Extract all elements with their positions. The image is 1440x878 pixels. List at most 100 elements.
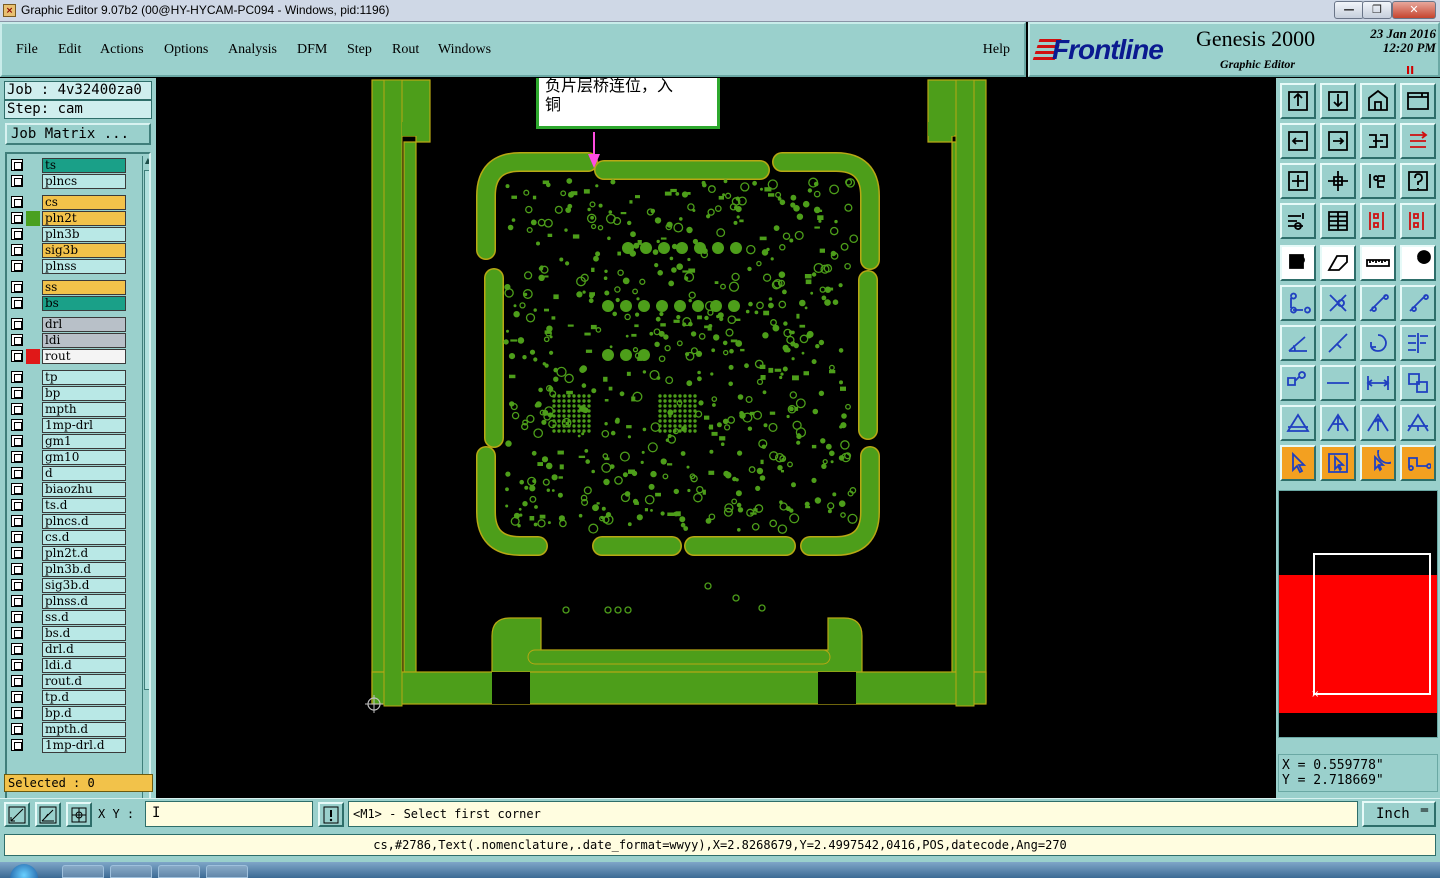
layer-checkbox[interactable]	[11, 675, 23, 687]
layer-checkbox[interactable]	[11, 595, 23, 607]
tool-button[interactable]	[1400, 285, 1436, 321]
menu-windows[interactable]: Windows	[438, 42, 491, 58]
layer-checkbox[interactable]	[11, 196, 23, 208]
tool-button[interactable]	[1280, 445, 1316, 481]
layer-name[interactable]: mpth.d	[42, 722, 126, 737]
tool-button[interactable]	[1280, 365, 1316, 401]
layer-row[interactable]: ts	[9, 158, 129, 173]
layer-row[interactable]: tp	[9, 370, 129, 385]
menu-file[interactable]: File	[16, 42, 38, 58]
tool-button[interactable]	[1320, 163, 1356, 199]
layer-checkbox[interactable]	[11, 659, 23, 671]
layer-row[interactable]: plncs	[9, 174, 129, 189]
layer-name[interactable]: bp	[42, 386, 126, 401]
layer-name[interactable]: plncs.d	[42, 514, 126, 529]
layer-name[interactable]: gm1	[42, 434, 126, 449]
scroll-thumb[interactable]	[144, 170, 149, 690]
tool-button[interactable]	[1280, 245, 1316, 281]
layer-name[interactable]: bs.d	[42, 626, 126, 641]
layer-row[interactable]: bp	[9, 386, 129, 401]
taskbar-item[interactable]	[62, 865, 104, 878]
layer-checkbox[interactable]	[11, 547, 23, 559]
layer-name[interactable]: plnss.d	[42, 594, 126, 609]
layer-checkbox[interactable]	[11, 350, 23, 362]
menu-analysis[interactable]: Analysis	[228, 42, 277, 58]
layer-row[interactable]: tp.d	[9, 690, 129, 705]
layer-row[interactable]: mpth	[9, 402, 129, 417]
layer-row[interactable]: pln3b	[9, 227, 129, 242]
snap-button[interactable]	[4, 802, 30, 827]
tool-button[interactable]	[1320, 365, 1356, 401]
layer-checkbox[interactable]	[11, 483, 23, 495]
layer-checkbox[interactable]	[11, 387, 23, 399]
tool-button[interactable]	[1320, 83, 1356, 119]
tool-button[interactable]	[1400, 163, 1436, 199]
snap-angle-button[interactable]	[35, 802, 61, 827]
layer-name[interactable]: ldi	[42, 333, 126, 348]
layer-name[interactable]: drl.d	[42, 642, 126, 657]
layer-checkbox[interactable]	[11, 563, 23, 575]
layer-checkbox[interactable]	[11, 451, 23, 463]
tool-button[interactable]	[1320, 325, 1356, 361]
layer-name[interactable]: pln2t.d	[42, 546, 126, 561]
layer-row[interactable]: ldi.d	[9, 658, 129, 673]
minimize-button[interactable]: —	[1334, 1, 1364, 19]
tool-button[interactable]	[1400, 365, 1436, 401]
tool-button[interactable]	[1360, 445, 1396, 481]
tool-button[interactable]	[1360, 365, 1396, 401]
layer-name[interactable]: ss.d	[42, 610, 126, 625]
layer-row[interactable]: ldi	[9, 333, 129, 348]
layer-row[interactable]: ss	[9, 280, 129, 295]
maximize-button[interactable]: ❐	[1362, 1, 1392, 19]
layer-name[interactable]: d	[42, 466, 126, 481]
layer-checkbox[interactable]	[11, 723, 23, 735]
tool-button[interactable]	[1320, 245, 1356, 281]
layer-checkbox[interactable]	[11, 175, 23, 187]
layer-checkbox[interactable]	[11, 419, 23, 431]
menu-edit[interactable]: Edit	[58, 42, 81, 58]
layer-checkbox[interactable]	[11, 159, 23, 171]
taskbar-item[interactable]	[110, 865, 152, 878]
layer-checkbox[interactable]	[11, 435, 23, 447]
layer-name[interactable]: plncs	[42, 174, 126, 189]
layer-checkbox[interactable]	[11, 260, 23, 272]
layer-checkbox[interactable]	[11, 318, 23, 330]
layer-row[interactable]: rout.d	[9, 674, 129, 689]
layer-checkbox[interactable]	[11, 334, 23, 346]
menu-help[interactable]: Help	[983, 42, 1010, 58]
layer-row[interactable]: plncs.d	[9, 514, 129, 529]
menu-step[interactable]: Step	[347, 42, 372, 58]
layer-row[interactable]: plnss.d	[9, 594, 129, 609]
layer-checkbox[interactable]	[11, 371, 23, 383]
layer-row[interactable]: mpth.d	[9, 722, 129, 737]
tool-button[interactable]	[1320, 405, 1356, 441]
tool-button[interactable]	[1400, 203, 1436, 239]
layer-checkbox[interactable]	[11, 212, 23, 224]
tool-button[interactable]	[1360, 405, 1396, 441]
layer-row[interactable]: ss.d	[9, 610, 129, 625]
layer-name[interactable]: sig3b.d	[42, 578, 126, 593]
tool-button[interactable]	[1360, 245, 1396, 281]
layer-name[interactable]: rout	[42, 349, 126, 364]
tool-button[interactable]	[1360, 83, 1396, 119]
tool-button[interactable]	[1360, 163, 1396, 199]
tool-button[interactable]	[1280, 83, 1316, 119]
layer-row[interactable]: bp.d	[9, 706, 129, 721]
layer-name[interactable]: 1mp-drl	[42, 418, 126, 433]
layer-row[interactable]: drl	[9, 317, 129, 332]
layer-checkbox[interactable]	[11, 739, 23, 751]
layer-name[interactable]: rout.d	[42, 674, 126, 689]
layer-checkbox[interactable]	[11, 281, 23, 293]
tool-button[interactable]	[1280, 203, 1316, 239]
tool-button[interactable]	[1280, 123, 1316, 159]
tool-button[interactable]	[1360, 285, 1396, 321]
menu-rout[interactable]: Rout	[392, 42, 419, 58]
job-matrix-button[interactable]: Job Matrix ...	[5, 123, 151, 145]
tool-button[interactable]	[1280, 163, 1316, 199]
layer-row[interactable]: pln3b.d	[9, 562, 129, 577]
layer-checkbox[interactable]	[11, 297, 23, 309]
pcb-view[interactable]	[156, 78, 1276, 798]
layer-name[interactable]: ldi.d	[42, 658, 126, 673]
layer-row[interactable]: rout	[9, 349, 129, 364]
layer-name[interactable]: mpth	[42, 402, 126, 417]
